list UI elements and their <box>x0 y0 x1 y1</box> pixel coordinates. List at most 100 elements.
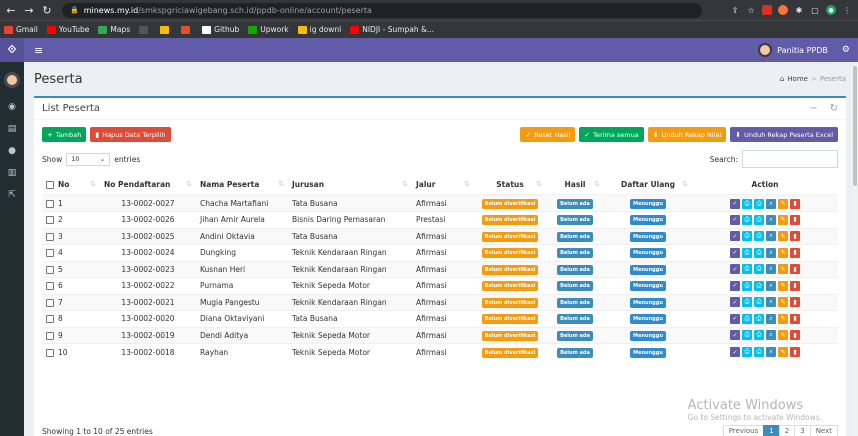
column-header[interactable]: No Pendaftaran ⇅ <box>100 174 196 196</box>
edit-icon[interactable]: ✎ <box>778 231 788 242</box>
column-header[interactable]: Nama Peserta ⇅ <box>196 174 288 196</box>
accept-all-button[interactable]: ✓ Terima semua <box>579 127 644 142</box>
row-checkbox[interactable] <box>46 216 54 225</box>
extension-icon[interactable] <box>762 5 772 15</box>
search-icon[interactable]: ⌕ <box>766 214 776 225</box>
verify-icon[interactable]: ✓ <box>730 214 740 225</box>
refresh-icon[interactable]: ↻ <box>830 103 838 114</box>
gears-icon[interactable]: ⚙ <box>842 45 850 55</box>
verify-icon[interactable]: ✓ <box>730 313 740 324</box>
search-input[interactable] <box>742 150 838 168</box>
verify-icon[interactable]: ✓ <box>730 247 740 258</box>
search-icon[interactable]: ⌕ <box>766 347 776 357</box>
row-checkbox[interactable] <box>46 348 54 357</box>
print-icon[interactable]: ⎙ <box>742 313 752 324</box>
bookmark-item[interactable]: Upwork <box>248 25 289 34</box>
print-icon[interactable]: ⎙ <box>742 247 752 258</box>
row-checkbox[interactable] <box>46 331 54 340</box>
column-header[interactable]: Jalur ⇅ <box>412 174 474 196</box>
bookmark-item[interactable]: Github <box>202 25 239 34</box>
verify-icon[interactable]: ✓ <box>730 297 740 308</box>
print-icon[interactable]: ⎙ <box>754 347 764 357</box>
sidebar-item-list[interactable]: ▤ <box>0 118 24 140</box>
next-page-button[interactable]: Next <box>809 424 838 436</box>
star-icon[interactable]: ☆ <box>746 5 756 15</box>
add-button[interactable]: + Tambah <box>42 127 87 142</box>
print-icon[interactable]: ⎙ <box>754 198 764 209</box>
share-icon[interactable]: ⇪ <box>730 5 740 15</box>
print-icon[interactable]: ⎙ <box>754 247 764 258</box>
row-checkbox[interactable] <box>46 200 54 208</box>
bookmark-item[interactable]: Gmail <box>4 25 38 34</box>
window-icon[interactable]: ▢ <box>810 5 820 15</box>
bookmark-item[interactable]: NIDJI - Sumpah &... <box>350 25 434 34</box>
print-icon[interactable]: ⎙ <box>742 231 752 242</box>
print-icon[interactable]: ⎙ <box>754 330 764 341</box>
edit-icon[interactable]: ✎ <box>778 313 788 324</box>
row-checkbox[interactable] <box>46 282 54 291</box>
search-icon[interactable]: ⌕ <box>766 297 776 308</box>
more-icon[interactable]: ⋮ <box>842 5 852 15</box>
print-icon[interactable]: ⎙ <box>754 264 764 275</box>
reset-result-button[interactable]: ✓ Reset Hasil <box>520 127 576 142</box>
row-checkbox[interactable] <box>46 249 54 258</box>
print-icon[interactable]: ⎙ <box>754 231 764 242</box>
edit-icon[interactable]: ✎ <box>778 264 788 275</box>
verify-icon[interactable]: ✓ <box>730 264 740 275</box>
logo-icon[interactable]: ⟐ <box>0 38 24 62</box>
search-icon[interactable]: ⌕ <box>766 231 776 242</box>
bookmark-item[interactable] <box>160 25 172 34</box>
edit-icon[interactable]: ✎ <box>778 214 788 225</box>
trash-icon[interactable]: ▮ <box>790 297 800 308</box>
sidebar-item-logout[interactable]: ⇱ <box>0 184 24 206</box>
bookmark-item[interactable]: Maps <box>98 25 130 34</box>
trash-icon[interactable]: ▮ <box>790 247 800 258</box>
verify-icon[interactable]: ✓ <box>730 330 740 341</box>
print-icon[interactable]: ⎙ <box>742 330 752 341</box>
verify-icon[interactable]: ✓ <box>730 231 740 242</box>
trash-icon[interactable]: ▮ <box>790 231 800 242</box>
download-grades-button[interactable]: ⬇ Unduh Rekap Nilai <box>647 127 727 142</box>
sidebar-item-chart[interactable]: ▥ <box>0 162 24 184</box>
print-icon[interactable]: ⎙ <box>742 198 752 209</box>
print-icon[interactable]: ⎙ <box>742 347 752 357</box>
print-icon[interactable]: ⎙ <box>754 297 764 308</box>
search-icon[interactable]: ⌕ <box>766 247 776 258</box>
print-icon[interactable]: ⎙ <box>742 264 752 275</box>
edit-icon[interactable]: ✎ <box>778 247 788 258</box>
search-icon[interactable]: ⌕ <box>766 280 776 291</box>
column-header[interactable]: Action <box>692 174 838 196</box>
verify-icon[interactable]: ✓ <box>730 198 740 209</box>
print-icon[interactable]: ⎙ <box>754 313 764 324</box>
trash-icon[interactable]: ▮ <box>790 330 800 341</box>
trash-icon[interactable]: ▮ <box>790 280 800 291</box>
search-icon[interactable]: ⌕ <box>766 313 776 324</box>
row-checkbox[interactable] <box>46 265 54 274</box>
edit-icon[interactable]: ✎ <box>778 280 788 291</box>
edit-icon[interactable]: ✎ <box>778 347 788 357</box>
address-bar[interactable]: 🔒 minews.my.id /smkspgriciawigebang.sch.… <box>62 2 702 18</box>
delete-selected-button[interactable]: ▮ Hapus Data Terpilih <box>90 127 171 142</box>
print-icon[interactable]: ⎙ <box>742 214 752 225</box>
bookmark-item[interactable]: YouTube <box>46 25 89 34</box>
verify-icon[interactable]: ✓ <box>730 280 740 291</box>
sidebar-item-dashboard[interactable]: ◉ <box>0 96 24 118</box>
search-icon[interactable]: ⌕ <box>766 198 776 209</box>
bookmark-item[interactable]: ig downl <box>297 25 341 34</box>
edit-icon[interactable]: ✎ <box>778 330 788 341</box>
forward-icon[interactable]: → <box>22 4 36 17</box>
print-icon[interactable]: ⎙ <box>754 214 764 225</box>
entries-select[interactable]: 10 ⌄ <box>66 152 111 166</box>
column-header[interactable]: Hasil ⇅ <box>546 174 604 196</box>
scrollbar-thumb[interactable] <box>853 66 857 186</box>
verify-icon[interactable]: ✓ <box>730 347 740 357</box>
trash-icon[interactable]: ▮ <box>790 198 800 209</box>
trash-icon[interactable]: ▮ <box>790 214 800 225</box>
row-checkbox[interactable] <box>46 298 54 307</box>
column-header[interactable]: Daftar Ulang ⇅ <box>604 174 692 196</box>
print-icon[interactable]: ⎙ <box>742 297 752 308</box>
menu-toggle-icon[interactable]: ≡ <box>34 44 43 57</box>
user-menu[interactable]: Panitia PPDB ⚙ <box>758 43 850 57</box>
puzzle-icon[interactable]: ✱ <box>794 5 804 15</box>
breadcrumb-home[interactable]: Home <box>787 75 808 83</box>
